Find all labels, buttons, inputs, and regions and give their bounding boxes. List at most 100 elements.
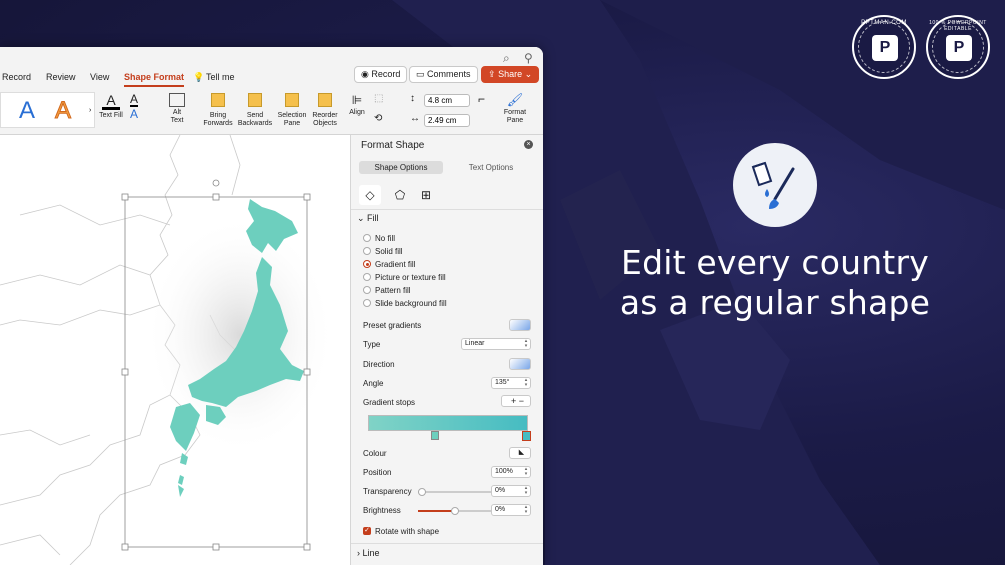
selection-pane-icon — [285, 93, 299, 107]
type-dropdown[interactable]: Linear ▴ ▾ — [461, 338, 531, 350]
gallery-more-icon[interactable]: › — [89, 107, 91, 114]
resize-handle[interactable] — [303, 368, 311, 376]
position-value: 100% — [495, 468, 513, 475]
line-section-label: Line — [362, 548, 380, 558]
headline-line-2: as a regular shape — [619, 283, 931, 322]
bring-forwards-icon — [211, 93, 225, 107]
gradient-stop-1[interactable] — [431, 431, 439, 440]
tab-shape-options[interactable]: Shape Options — [359, 161, 443, 174]
rotate-icon[interactable]: ⟲ — [374, 114, 382, 124]
radio-label: Pattern fill — [375, 286, 411, 295]
wordart-gallery[interactable]: A A › — [0, 92, 95, 128]
stepper-icon[interactable]: ▴ ▾ — [522, 486, 530, 496]
radio-picture-fill[interactable] — [363, 273, 371, 281]
radio-pattern-fill[interactable] — [363, 286, 371, 294]
preset-gradients-dropdown[interactable] — [509, 319, 531, 331]
wordart-orange[interactable]: A — [54, 97, 71, 125]
tab-shape-format[interactable]: Shape Format — [124, 72, 185, 87]
angle-field[interactable]: 135° ▴ ▾ — [491, 377, 531, 389]
promo-headline: Edit every country as a regular shape — [560, 243, 990, 323]
reorder-objects-button[interactable]: Reorder Objects — [310, 93, 340, 128]
resize-handle[interactable] — [303, 193, 311, 201]
tab-view[interactable]: View — [90, 72, 109, 82]
share-people-icon[interactable]: ⚲ — [524, 51, 533, 65]
group-icon[interactable]: ⬚ — [374, 94, 383, 104]
angle-value: 135° — [495, 379, 510, 386]
radio-gradient-fill[interactable] — [363, 260, 371, 268]
slide-canvas[interactable] — [0, 135, 350, 565]
resize-handle[interactable] — [121, 543, 129, 551]
format-pane-label: Format Pane — [503, 109, 527, 124]
transparency-field[interactable]: 0% ▴ ▾ — [491, 485, 531, 497]
search-icon[interactable]: ⌕ — [503, 51, 510, 66]
gradient-stop-2[interactable] — [522, 431, 531, 441]
pane-title: Format Shape — [361, 140, 425, 151]
colour-dropdown[interactable]: ◣ — [509, 447, 531, 459]
menu-bar: Record Review View Shape Format 💡 Tell m… — [0, 66, 543, 89]
remove-stop-icon[interactable]: − — [519, 396, 524, 406]
brightness-slider[interactable] — [418, 507, 492, 515]
paint-bucket-icon: ◣ — [518, 449, 525, 456]
format-pane-button[interactable]: 🖌 Format Pane — [500, 93, 530, 125]
text-outline-button[interactable]: A A — [130, 92, 139, 121]
fill-line-icon[interactable]: ◇ — [359, 185, 381, 205]
brightness-label: Brightness — [363, 506, 401, 515]
type-label: Type — [363, 340, 381, 349]
size-properties-icon[interactable]: ⊞ — [415, 185, 437, 205]
text-outline-icon: A — [130, 92, 139, 107]
stepper-icon[interactable]: ▴ ▾ — [522, 467, 530, 477]
height-field[interactable]: 4.8 cm — [424, 94, 470, 107]
size-lock-icon[interactable]: ⌐ — [478, 93, 485, 105]
add-stop-icon[interactable]: + — [511, 396, 516, 406]
brightness-field[interactable]: 0% ▴ ▾ — [491, 504, 531, 516]
selection-pane-button[interactable]: Selection Pane — [276, 93, 308, 128]
tab-text-options[interactable]: Text Options — [449, 161, 533, 174]
resize-handle[interactable] — [303, 543, 311, 551]
position-field[interactable]: 100% ▴ ▾ — [491, 466, 531, 478]
radio-label: Gradient fill — [375, 260, 416, 269]
wordart-blue[interactable]: A — [19, 97, 35, 125]
send-backwards-button[interactable]: Send Backwards — [237, 93, 273, 128]
line-section-header[interactable]: › Line — [357, 548, 380, 558]
radio-no-fill[interactable] — [363, 234, 371, 242]
share-button[interactable]: ⇪ Share ⌄ — [481, 66, 540, 83]
bring-forwards-button[interactable]: Bring Forwards — [202, 93, 234, 128]
rotate-handle[interactable] — [212, 179, 220, 187]
text-fill-button[interactable]: A Text Fill — [98, 93, 124, 120]
slider-knob[interactable] — [451, 507, 459, 515]
alt-text-button[interactable]: Alt Text — [165, 93, 189, 125]
preset-gradients-label: Preset gradients — [363, 321, 422, 330]
width-field[interactable]: 2.49 cm — [424, 114, 470, 127]
rotate-with-shape-checkbox[interactable]: ✓ — [363, 527, 371, 535]
stepper-icon[interactable]: ▴ ▾ — [522, 505, 530, 515]
stepper-icon[interactable]: ▴ ▾ — [522, 378, 530, 388]
resize-handle[interactable] — [212, 193, 220, 201]
text-fill-icon: A — [102, 93, 120, 110]
gradient-stops-add-remove[interactable]: + − — [501, 395, 531, 407]
format-shape-pane: Format Shape × Shape Options Text Option… — [350, 135, 543, 565]
selection-pane-label: Selection Pane — [277, 112, 307, 127]
comments-button[interactable]: ▭ Comments — [409, 66, 478, 83]
tab-record[interactable]: Record — [2, 72, 31, 82]
tell-me[interactable]: Tell me — [206, 72, 235, 82]
height-icon: ↕ — [410, 93, 415, 104]
resize-handle[interactable] — [121, 193, 129, 201]
slider-knob[interactable] — [418, 488, 426, 496]
close-icon[interactable]: × — [524, 140, 533, 149]
gradient-bar[interactable] — [368, 415, 528, 431]
align-button[interactable]: ⊫ Align — [344, 93, 370, 117]
asia-map[interactable] — [0, 135, 350, 565]
resize-handle[interactable] — [212, 543, 220, 551]
fill-section-header[interactable]: ⌄ Fill — [357, 213, 379, 224]
powerpoint-logo-icon: P — [872, 35, 898, 61]
resize-handle[interactable] — [121, 368, 129, 376]
radio-solid-fill[interactable] — [363, 247, 371, 255]
radio-label: Slide background fill — [375, 299, 447, 308]
effects-pentagon-icon[interactable]: ⬠ — [389, 185, 411, 205]
radio-slide-background-fill[interactable] — [363, 299, 371, 307]
direction-dropdown[interactable] — [509, 358, 531, 370]
colour-label: Colour — [363, 449, 387, 458]
tab-review[interactable]: Review — [46, 72, 76, 82]
record-button[interactable]: ◉ Record — [354, 66, 408, 83]
transparency-slider[interactable] — [418, 488, 492, 496]
